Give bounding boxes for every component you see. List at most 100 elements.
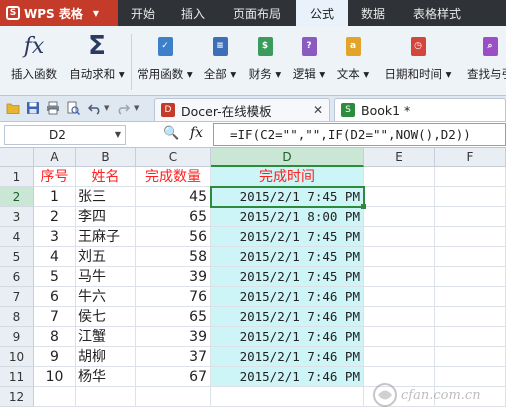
column-header-d[interactable]: D (211, 148, 364, 167)
table-cell[interactable] (435, 247, 506, 267)
header-cell[interactable]: 完成时间 (211, 167, 364, 187)
table-cell[interactable]: 2015/2/1 7:45 PM (211, 247, 364, 267)
row-header[interactable]: 4 (0, 227, 34, 247)
table-cell[interactable]: 张三 (76, 187, 136, 207)
table-cell[interactable]: 2015/2/1 7:45 PM (211, 267, 364, 287)
table-cell[interactable]: 3 (34, 227, 76, 247)
row-header[interactable]: 2 (0, 187, 34, 207)
redo-icon[interactable] (116, 101, 130, 115)
table-cell[interactable]: 4 (34, 247, 76, 267)
table-cell[interactable]: 牛六 (76, 287, 136, 307)
table-cell[interactable]: 67 (136, 367, 211, 387)
column-header-b[interactable]: B (76, 148, 136, 167)
row-header[interactable]: 1 (0, 167, 34, 187)
close-icon[interactable]: ✕ (313, 103, 323, 117)
formula-input[interactable]: =IF(C2="","",IF(D2="",NOW(),D2)) (213, 123, 506, 146)
menu-table-style[interactable]: 表格样式 (398, 0, 476, 26)
redo-dropdown-icon[interactable]: ▼ (134, 104, 139, 112)
table-cell[interactable]: 9 (34, 347, 76, 367)
table-cell[interactable]: 马牛 (76, 267, 136, 287)
table-cell[interactable] (364, 327, 435, 347)
row-header[interactable]: 12 (0, 387, 34, 407)
table-cell[interactable]: 58 (136, 247, 211, 267)
menu-formulas[interactable]: 公式 (296, 0, 348, 26)
datetime-button[interactable]: ◷ 日期和时间 ▾ (378, 30, 458, 92)
header-cell[interactable] (435, 167, 506, 187)
zoom-search-icon[interactable]: 🔍 (163, 126, 179, 141)
table-cell[interactable]: 39 (136, 267, 211, 287)
table-cell[interactable]: 2015/2/1 7:46 PM (211, 327, 364, 347)
column-header-f[interactable]: F (435, 148, 506, 167)
fx-icon[interactable]: fx (190, 125, 203, 141)
chevron-down-icon[interactable]: ▼ (115, 130, 121, 139)
table-cell[interactable] (364, 247, 435, 267)
table-cell[interactable]: 56 (136, 227, 211, 247)
name-box[interactable]: D2 ▼ (4, 125, 126, 145)
logic-button[interactable]: ? 逻辑 ▾ (288, 30, 330, 92)
table-cell[interactable] (435, 227, 506, 247)
table-cell[interactable] (34, 387, 76, 407)
table-cell[interactable]: 2015/2/1 7:46 PM (211, 287, 364, 307)
header-cell[interactable]: 姓名 (76, 167, 136, 187)
table-cell[interactable]: 杨华 (76, 367, 136, 387)
table-cell[interactable]: 37 (136, 347, 211, 367)
table-cell[interactable]: 10 (34, 367, 76, 387)
table-cell[interactable]: 李四 (76, 207, 136, 227)
undo-dropdown-icon[interactable]: ▼ (104, 104, 109, 112)
header-cell[interactable] (364, 167, 435, 187)
table-cell[interactable] (136, 387, 211, 407)
table-cell[interactable]: 胡柳 (76, 347, 136, 367)
app-menu-button[interactable]: S WPS 表格 ▼ (0, 0, 118, 26)
row-header[interactable]: 8 (0, 307, 34, 327)
table-cell[interactable] (364, 287, 435, 307)
header-cell[interactable]: 完成数量 (136, 167, 211, 187)
table-cell[interactable]: 2015/2/1 7:46 PM (211, 347, 364, 367)
open-folder-icon[interactable] (6, 101, 20, 115)
row-header[interactable]: 11 (0, 367, 34, 387)
row-header[interactable]: 7 (0, 287, 34, 307)
table-cell[interactable] (435, 187, 506, 207)
table-cell[interactable]: 2015/2/1 8:00 PM (211, 207, 364, 227)
menu-data[interactable]: 数据 (348, 0, 398, 26)
text-button[interactable]: a 文本 ▾ (332, 30, 374, 92)
all-functions-button[interactable]: ≡ 全部 ▾ (200, 30, 240, 92)
save-icon[interactable] (26, 101, 40, 115)
row-header[interactable]: 9 (0, 327, 34, 347)
table-cell[interactable] (364, 267, 435, 287)
table-cell[interactable]: 39 (136, 327, 211, 347)
row-header[interactable]: 6 (0, 267, 34, 287)
table-cell[interactable] (364, 347, 435, 367)
table-cell[interactable]: 1 (34, 187, 76, 207)
table-cell[interactable] (435, 207, 506, 227)
table-cell[interactable]: 侯七 (76, 307, 136, 327)
menu-page-layout[interactable]: 页面布局 (218, 0, 296, 26)
table-cell[interactable]: 5 (34, 267, 76, 287)
insert-function-button[interactable]: fx 插入函数 (6, 30, 62, 92)
table-cell[interactable]: 45 (136, 187, 211, 207)
table-cell[interactable]: 2015/2/1 7:45 PM (211, 227, 364, 247)
row-header[interactable]: 3 (0, 207, 34, 227)
table-cell[interactable] (76, 387, 136, 407)
spreadsheet-grid[interactable]: A B C D E F 1 2 3 4 5 6 7 8 9 10 11 12 序号 姓名 完成数量 完成时间 1 张三 45 20… (0, 148, 506, 412)
table-cell[interactable]: 65 (136, 207, 211, 227)
finance-button[interactable]: $ 财务 ▾ (244, 30, 286, 92)
table-cell[interactable] (435, 307, 506, 327)
table-cell[interactable]: 65 (136, 307, 211, 327)
undo-icon[interactable] (88, 101, 102, 115)
table-cell[interactable]: 刘五 (76, 247, 136, 267)
column-header-a[interactable]: A (34, 148, 76, 167)
table-cell[interactable]: 2015/2/1 7:45 PM (211, 187, 364, 207)
table-cell[interactable] (364, 187, 435, 207)
table-cell[interactable] (435, 267, 506, 287)
fill-handle[interactable] (361, 204, 366, 209)
menu-home[interactable]: 开始 (118, 0, 168, 26)
table-cell[interactable]: 2015/2/1 7:46 PM (211, 307, 364, 327)
table-cell[interactable]: 江蟹 (76, 327, 136, 347)
table-cell[interactable] (435, 287, 506, 307)
table-cell[interactable] (364, 207, 435, 227)
table-cell[interactable] (364, 227, 435, 247)
table-cell[interactable]: 7 (34, 307, 76, 327)
column-header-e[interactable]: E (364, 148, 435, 167)
print-icon[interactable] (46, 101, 60, 115)
table-cell[interactable]: 8 (34, 327, 76, 347)
